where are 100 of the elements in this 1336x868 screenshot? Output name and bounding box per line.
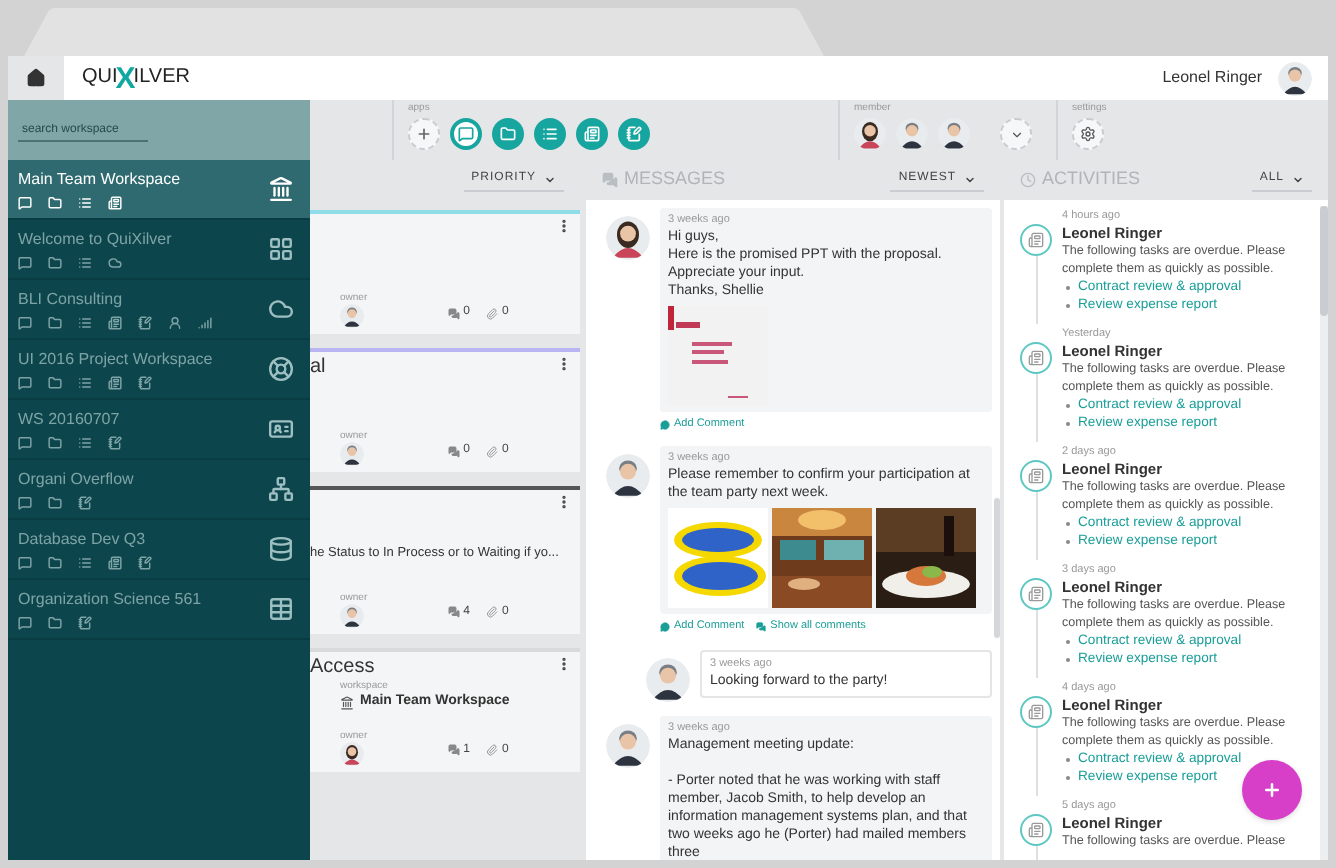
avatar <box>605 216 649 260</box>
landmark-icon <box>340 695 354 709</box>
board-app-button[interactable] <box>576 118 608 150</box>
workspace-item[interactable]: UI 2016 Project Workspace <box>8 340 310 400</box>
folder-app-button[interactable] <box>492 118 524 150</box>
folder-icon <box>500 126 516 142</box>
chat-icon[interactable] <box>18 555 32 569</box>
avatar <box>605 723 649 767</box>
paperclip-icon <box>485 606 498 619</box>
chat-icon[interactable] <box>18 435 32 449</box>
home-button[interactable] <box>8 56 64 100</box>
database-icon <box>268 536 294 562</box>
workspace-name: Organization Science 561 <box>18 589 202 609</box>
more-icon[interactable] <box>556 655 572 672</box>
list-icon[interactable] <box>78 195 92 209</box>
person-icon[interactable] <box>168 315 182 329</box>
newspaper-icon <box>584 126 600 142</box>
chat-icon[interactable] <box>18 315 32 329</box>
folder-icon[interactable] <box>48 435 62 449</box>
paperclip-icon <box>485 307 498 319</box>
chat-icon[interactable] <box>18 495 32 509</box>
avatar <box>340 741 364 766</box>
list-icon[interactable] <box>78 555 92 569</box>
more-icon[interactable] <box>556 494 572 510</box>
home-icon <box>26 68 46 88</box>
notepad-icon <box>626 126 642 142</box>
chat-icon <box>660 419 670 430</box>
folder-icon[interactable] <box>48 495 62 509</box>
plus-icon <box>1262 780 1282 800</box>
workspace-item[interactable]: BLI Consulting <box>8 280 310 340</box>
notepad-icon[interactable] <box>138 555 152 569</box>
avatar <box>340 442 364 466</box>
avatar <box>645 657 689 701</box>
id-card-icon <box>268 416 294 442</box>
list-icon[interactable] <box>78 315 92 329</box>
workspace-name: UI 2016 Project Workspace <box>18 349 213 369</box>
list-icon[interactable] <box>78 435 92 449</box>
network-icon <box>268 476 294 502</box>
chat-icon[interactable] <box>18 615 32 629</box>
more-icon[interactable] <box>556 218 572 234</box>
more-icon[interactable] <box>556 356 572 372</box>
comments-icon <box>447 744 460 757</box>
chats-icon <box>756 621 767 632</box>
settings-button[interactable] <box>1072 118 1104 150</box>
chat-app-button[interactable] <box>450 118 482 150</box>
chat-icon[interactable] <box>18 255 32 269</box>
signal-icon[interactable] <box>198 315 212 329</box>
workspace-name: Welcome to QuiXilver <box>18 229 172 249</box>
folder-icon[interactable] <box>48 255 62 269</box>
task-title: Access <box>310 655 375 680</box>
comments-icon <box>447 307 460 319</box>
avatar <box>340 603 364 628</box>
avatar <box>340 304 364 328</box>
folder-icon[interactable] <box>48 615 62 629</box>
avatar <box>938 118 970 150</box>
avatar <box>896 118 928 150</box>
newspaper-icon <box>1028 704 1044 720</box>
newspaper-icon <box>1028 586 1044 602</box>
plus-icon <box>416 126 432 142</box>
avatar <box>1278 61 1312 95</box>
workspace-item[interactable]: WS 20160707 <box>8 400 310 460</box>
newspaper-icon[interactable] <box>108 315 122 329</box>
newspaper-icon[interactable] <box>108 375 122 389</box>
add-app-button[interactable] <box>408 118 440 150</box>
task-title: al <box>310 356 326 380</box>
lifebuoy-icon <box>268 356 294 382</box>
cloud-icon[interactable] <box>108 255 122 269</box>
workspace-name: Main Team Workspace <box>18 169 181 189</box>
workspace-item[interactable]: Database Dev Q3 <box>8 520 310 580</box>
caret-icon <box>1292 173 1304 185</box>
newspaper-icon[interactable] <box>108 555 122 569</box>
notepad-icon[interactable] <box>78 495 92 509</box>
messages-icon <box>602 172 618 188</box>
notes-app-button[interactable] <box>618 118 650 150</box>
scrollbar[interactable] <box>1320 206 1328 860</box>
caret-icon <box>964 173 976 185</box>
list-icon[interactable] <box>78 375 92 389</box>
notepad-icon[interactable] <box>138 375 152 389</box>
landmark-icon <box>268 176 294 202</box>
clock-icon <box>1020 172 1036 188</box>
workspace-name: Organi Overflow <box>18 469 134 489</box>
cloud-icon <box>268 296 294 322</box>
workspace-item[interactable]: Main Team Workspace <box>8 160 310 220</box>
avatar <box>854 118 886 150</box>
folder-icon[interactable] <box>48 375 62 389</box>
notepad-icon[interactable] <box>138 315 152 329</box>
list-icon[interactable] <box>78 255 92 269</box>
folder-icon[interactable] <box>48 315 62 329</box>
folder-icon[interactable] <box>48 555 62 569</box>
chat-icon <box>458 126 474 142</box>
notepad-icon[interactable] <box>108 435 122 449</box>
paperclip-icon <box>485 445 498 457</box>
newspaper-icon <box>1028 350 1044 366</box>
grid-icon <box>268 236 294 262</box>
chat-icon[interactable] <box>18 375 32 389</box>
comments-icon <box>447 606 460 619</box>
list-app-button[interactable] <box>534 118 566 150</box>
newspaper-icon <box>1028 468 1044 484</box>
workspace-name: WS 20160707 <box>18 409 122 429</box>
notepad-icon[interactable] <box>78 615 92 629</box>
